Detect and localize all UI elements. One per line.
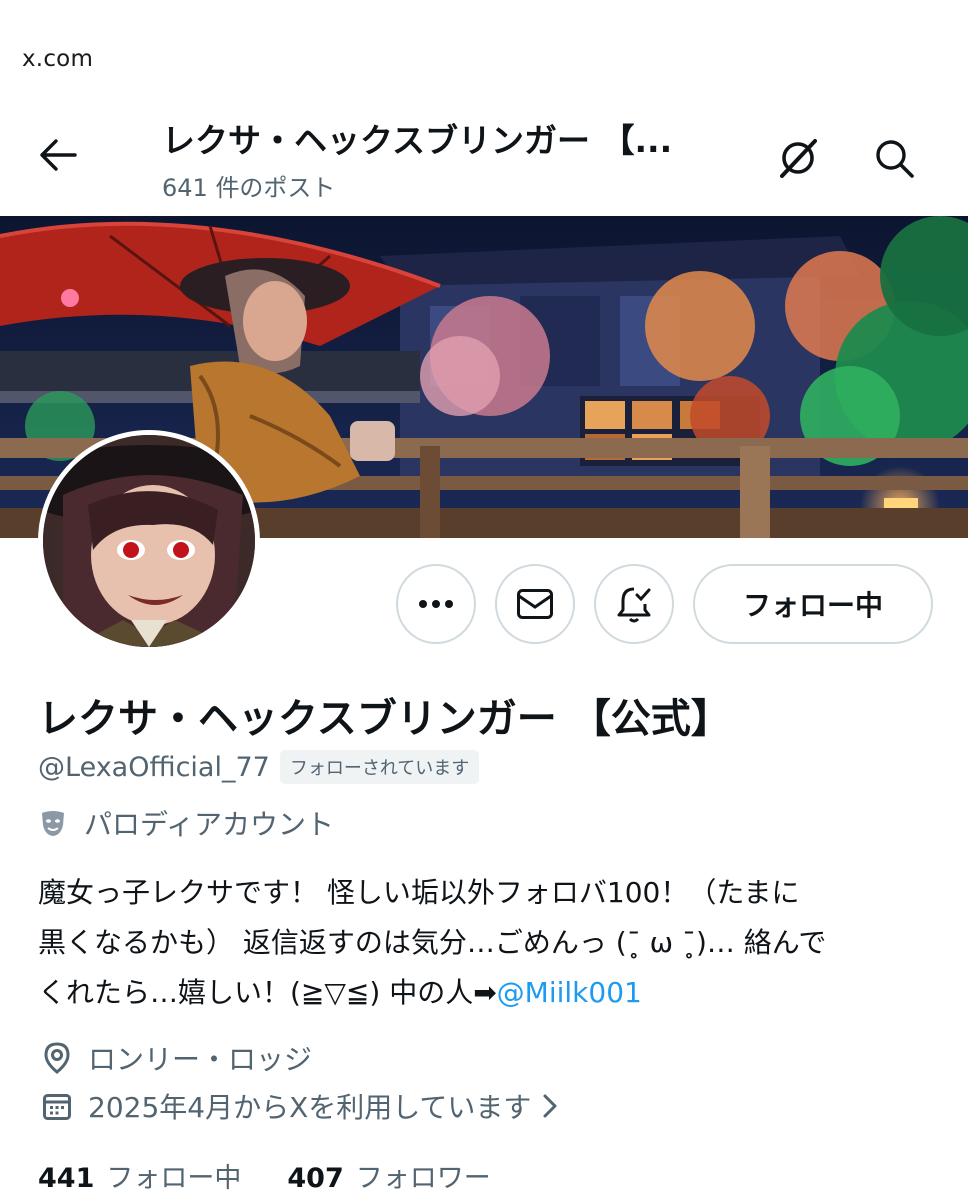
browser-url[interactable]: x.com (22, 46, 93, 72)
bio: 魔女っ子レクサです！ 怪しい垢以外フォロバ100！（たまに 黒くなるかも） 返信… (38, 868, 938, 1018)
profile-header-bar: レクサ・ヘックスブリンガー 【... 641 件のポスト (0, 100, 968, 212)
avatar[interactable] (38, 430, 260, 652)
avatar-image (43, 435, 255, 647)
bio-line-2: 黒くなるかも） 返信返すのは気分…ごめんっ (ˉ̥ ω ˉ̥)… 絡んで (38, 926, 827, 959)
more-button[interactable] (396, 564, 476, 644)
bell-check-icon (617, 587, 651, 623)
bio-line-3-text: くれたら…嬉しい！(≧▽≦) 中の人➡ (38, 976, 497, 1009)
arrow-left-icon (40, 139, 77, 171)
message-button[interactable] (495, 564, 575, 644)
theater-mask-icon (38, 808, 68, 838)
handle: @LexaOfficial_77 (38, 751, 270, 783)
location-pin-icon (40, 1041, 74, 1075)
bio-line-3: くれたら…嬉しい！(≧▽≦) 中の人➡@Miilk001 (38, 968, 938, 1018)
grok-button[interactable] (770, 130, 826, 186)
back-button[interactable] (28, 130, 88, 180)
followers-stat[interactable]: 407 フォロワー (287, 1156, 490, 1195)
location-row: ロンリー・ロッジ (40, 1038, 312, 1078)
following-button[interactable]: フォロー中 (693, 564, 933, 644)
follows-you-badge: フォローされています (279, 750, 480, 784)
envelope-icon (517, 589, 553, 619)
search-icon (876, 140, 914, 178)
calendar-icon (40, 1089, 74, 1123)
location-text: ロンリー・ロッジ (88, 1043, 313, 1076)
search-button[interactable] (866, 130, 922, 186)
display-name: レクサ・ヘックスブリンガー 【公式】 (38, 696, 731, 742)
following-count: 441 (38, 1163, 95, 1194)
parody-label-row[interactable]: パロディアカウント (38, 803, 334, 843)
header-title: レクサ・ヘックスブリンガー 【... (162, 121, 673, 160)
following-label: フォロー中 (106, 1163, 242, 1194)
post-count: 641 件のポスト (162, 174, 336, 202)
follow-stats: 441 フォロー中 407 フォロワー (38, 1156, 537, 1195)
more-dots-icon (419, 600, 453, 608)
parody-label: パロディアカウント (84, 808, 335, 841)
joined-row[interactable]: 2025年4月からXを利用しています (40, 1086, 559, 1126)
bio-mention-link[interactable]: @Miilk001 (497, 976, 642, 1009)
notification-button[interactable] (594, 564, 674, 644)
following-stat[interactable]: 441 フォロー中 (38, 1156, 241, 1195)
grok-icon (780, 139, 817, 178)
chevron-right-icon (541, 1092, 559, 1120)
followers-count: 407 (287, 1163, 344, 1194)
joined-text: 2025年4月からXを利用しています (88, 1091, 532, 1124)
followers-label: フォロワー (355, 1163, 491, 1194)
bio-line-1: 魔女っ子レクサです！ 怪しい垢以外フォロバ100！（たまに (38, 876, 800, 909)
handle-row: @LexaOfficial_77 フォローされています (38, 750, 480, 784)
